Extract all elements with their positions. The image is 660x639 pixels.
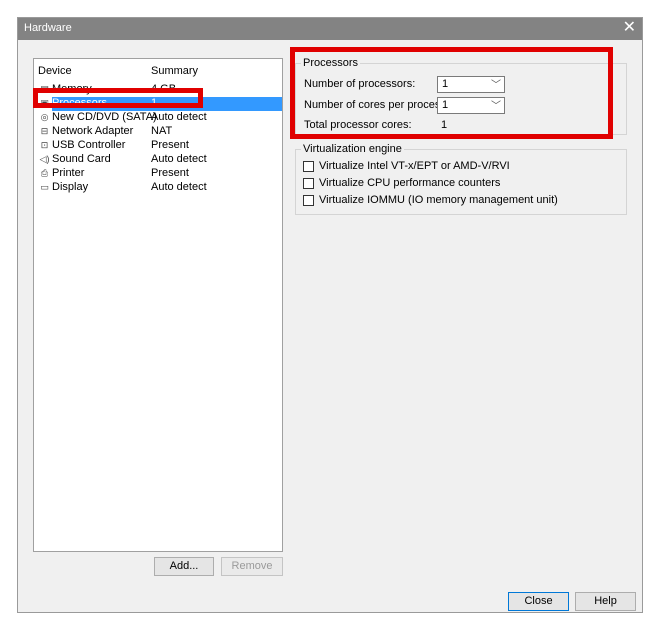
device-row-sound-card[interactable]: ◁) Sound Card Auto detect	[34, 153, 282, 167]
processors-group: Processors Number of processors: 1 ﹀ Num…	[295, 57, 627, 135]
hardware-dialog: Hardware ✕ Device Summary ▤ Memory 4 GB …	[17, 17, 643, 613]
virtualization-legend: Virtualization engine	[301, 143, 404, 155]
printer-icon: ⎙	[40, 168, 49, 178]
network-icon: ⊟	[40, 126, 49, 136]
device-summary: Present	[151, 167, 189, 179]
num-processors-value: 1	[442, 78, 449, 90]
cd-icon: ◎	[40, 112, 49, 122]
device-row-network-adapter[interactable]: ⊟ Network Adapter NAT	[34, 125, 282, 139]
device-summary: Present	[151, 139, 189, 151]
num-processors-select[interactable]: 1 ﹀	[437, 76, 505, 93]
cores-per-processor-label: Number of cores per processor:	[304, 99, 459, 111]
device-row-processors[interactable]: ▣ Processors 1	[34, 97, 282, 111]
device-name: Printer	[52, 167, 85, 179]
add-device-button[interactable]: Add...	[154, 557, 214, 576]
device-name: USB Controller	[52, 139, 126, 151]
device-summary: Auto detect	[151, 153, 207, 165]
device-row-usb-controller[interactable]: ⊡ USB Controller Present	[34, 139, 282, 153]
device-row-cd-dvd[interactable]: ◎ New CD/DVD (SATA) Auto detect	[34, 111, 282, 125]
summary-column-header[interactable]: Summary	[151, 65, 198, 77]
sound-icon: ◁)	[39, 154, 50, 164]
iommu-checkbox[interactable]	[303, 195, 314, 206]
vtx-ept-checkbox[interactable]	[303, 161, 314, 172]
cores-per-processor-value: 1	[442, 99, 449, 111]
device-name: Sound Card	[52, 153, 111, 165]
device-summary: Auto detect	[151, 111, 207, 123]
vtx-ept-label: Virtualize Intel VT-x/EPT or AMD-V/RVI	[319, 160, 510, 172]
device-summary: NAT	[151, 125, 173, 137]
remove-device-button[interactable]: Remove	[221, 557, 283, 576]
device-summary: 1	[151, 97, 158, 109]
window-title: Hardware	[24, 22, 72, 34]
num-processors-label: Number of processors:	[304, 78, 416, 90]
memory-icon: ▤	[40, 84, 49, 94]
iommu-label: Virtualize IOMMU (IO memory management u…	[319, 194, 558, 206]
virtualization-engine-group: Virtualization engine Virtualize Intel V…	[295, 143, 627, 215]
device-list[interactable]: Device Summary ▤ Memory 4 GB ▣ Processor…	[33, 58, 283, 552]
device-name: New CD/DVD (SATA)	[52, 111, 157, 123]
cores-per-processor-select[interactable]: 1 ﹀	[437, 97, 505, 114]
device-name: Processors	[52, 97, 108, 109]
chevron-down-icon: ﹀	[491, 80, 501, 91]
close-button[interactable]: Close	[508, 592, 569, 611]
total-cores-label: Total processor cores:	[304, 119, 412, 131]
chevron-down-icon: ﹀	[491, 101, 501, 112]
display-icon: ▭	[40, 182, 49, 192]
device-summary: Auto detect	[151, 181, 207, 193]
cpu-perf-counters-label: Virtualize CPU performance counters	[319, 177, 501, 189]
cpu-perf-counters-checkbox[interactable]	[303, 178, 314, 189]
total-cores-value: 1	[441, 119, 448, 131]
help-button[interactable]: Help	[575, 592, 636, 611]
title-bar: Hardware ✕	[18, 18, 642, 40]
device-name: Network Adapter	[52, 125, 134, 137]
device-name: Display	[52, 181, 89, 193]
device-name: Memory	[52, 83, 92, 95]
device-column-header[interactable]: Device	[38, 65, 72, 77]
close-window-icon[interactable]: ✕	[623, 19, 636, 37]
usb-icon: ⊡	[40, 140, 49, 150]
device-row-printer[interactable]: ⎙ Printer Present	[34, 167, 282, 181]
device-row-memory[interactable]: ▤ Memory 4 GB	[34, 83, 282, 97]
device-list-header: Device Summary	[34, 65, 282, 79]
processors-legend: Processors	[301, 57, 361, 69]
processor-icon: ▣	[40, 98, 49, 108]
device-row-display[interactable]: ▭ Display Auto detect	[34, 181, 282, 195]
device-summary: 4 GB	[151, 83, 177, 95]
